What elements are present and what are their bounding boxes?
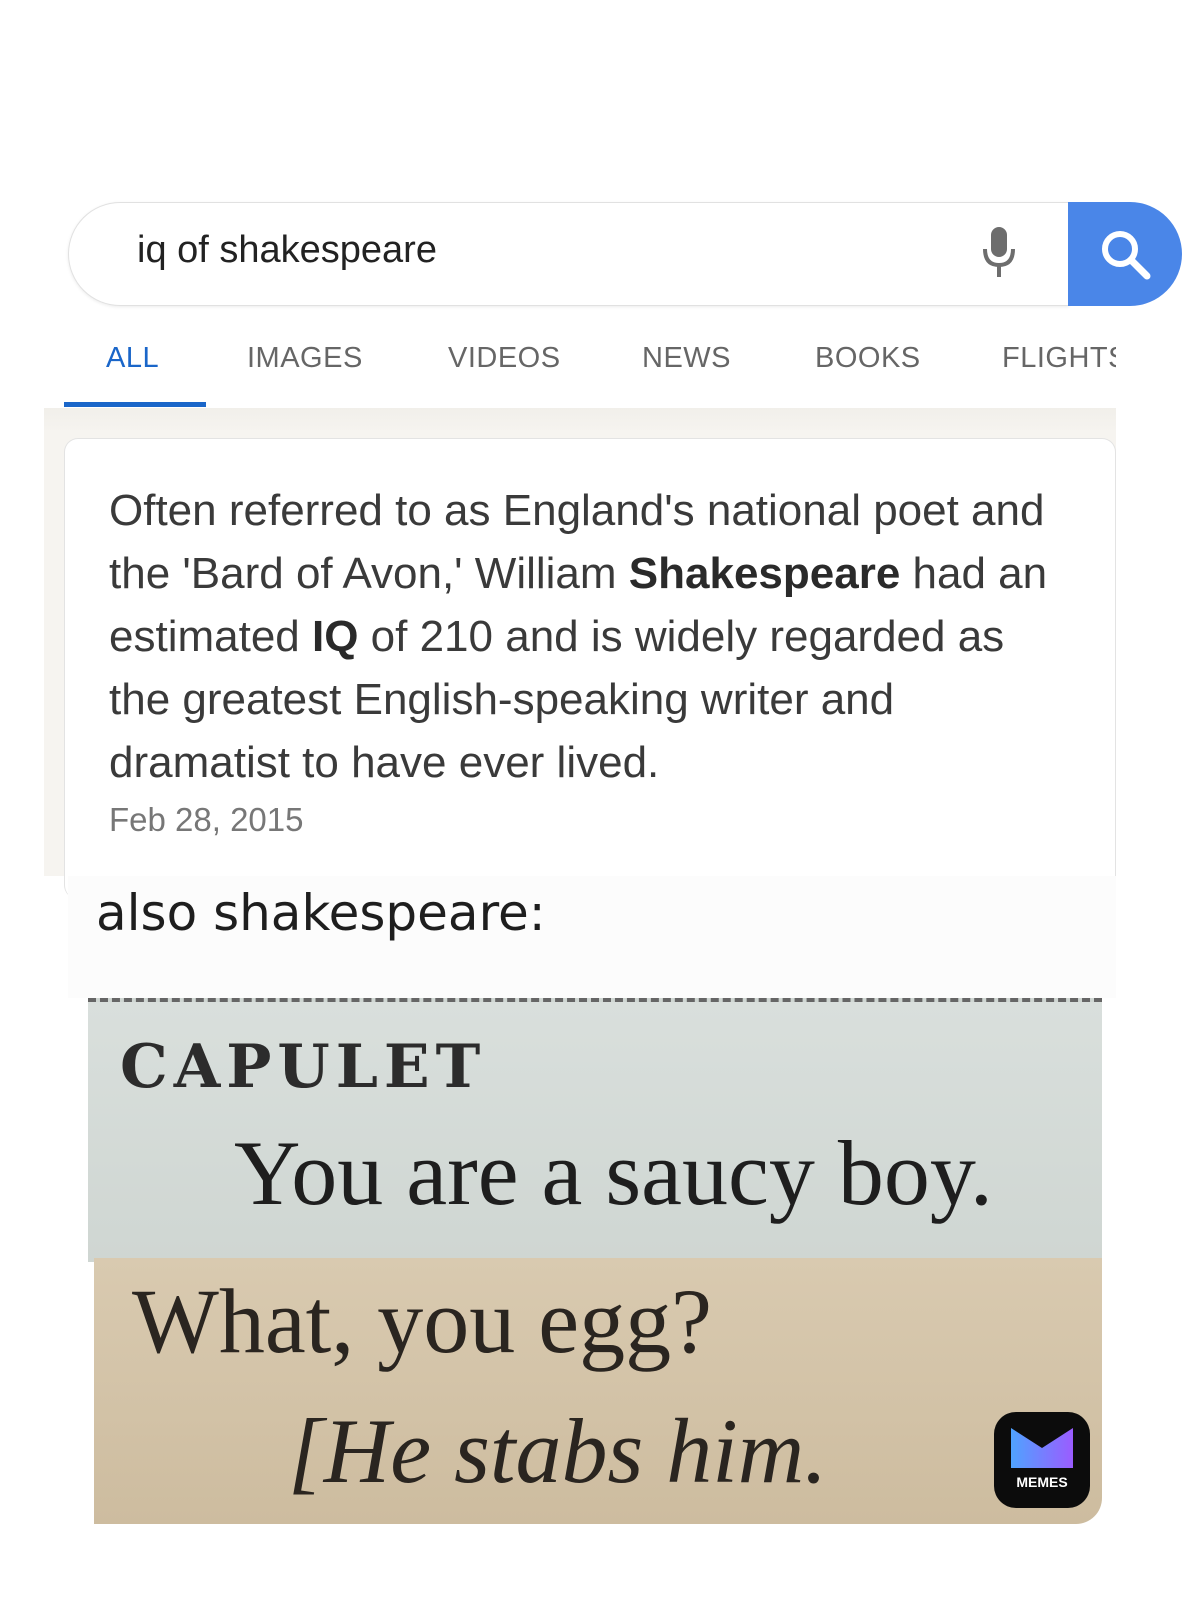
search-input[interactable]: iq of shakespeare [137,229,437,272]
snippet-bold-term: Shakespeare [628,549,901,598]
book-excerpt-panel: CAPULET You are a saucy boy. [88,998,1102,1262]
tab-news[interactable]: NEWS [642,342,731,375]
logo-label: MEMES [1016,1474,1068,1490]
dialogue-line: You are a saucy boy. [234,1122,993,1224]
snippet-bold-term: IQ [311,612,359,661]
tab-all[interactable]: ALL [106,342,159,375]
tab-images[interactable]: IMAGES [247,342,363,375]
tab-videos[interactable]: VIDEOS [448,342,561,375]
tab-books[interactable]: BOOKS [815,342,921,375]
active-tab-indicator [64,402,206,407]
stage-direction: [He stabs him. [288,1400,828,1502]
search-box[interactable]: iq of shakespeare [68,202,1069,306]
search-button[interactable] [1068,202,1182,306]
snippet-date: Feb 28, 2015 [109,801,304,838]
microphone-icon[interactable] [979,225,1019,283]
featured-snippet-card: Often referred to as England's national … [64,438,1116,899]
snippet-text: Often referred to as England's national … [109,486,1048,787]
search-bar: iq of shakespeare [44,202,1182,306]
search-tabs: ALL IMAGES VIDEOS NEWS BOOKS FLIGHTS [44,330,1116,410]
tab-flights[interactable]: FLIGHTS [1002,342,1116,375]
meme-caption: also shakespeare: [96,884,546,942]
dialogue-line: What, you egg? [132,1270,712,1372]
character-name: CAPULET [120,1032,487,1102]
book-excerpt-panel: What, you egg? [He stabs him. [94,1258,1102,1524]
memes-logo: MEMES [994,1412,1090,1508]
